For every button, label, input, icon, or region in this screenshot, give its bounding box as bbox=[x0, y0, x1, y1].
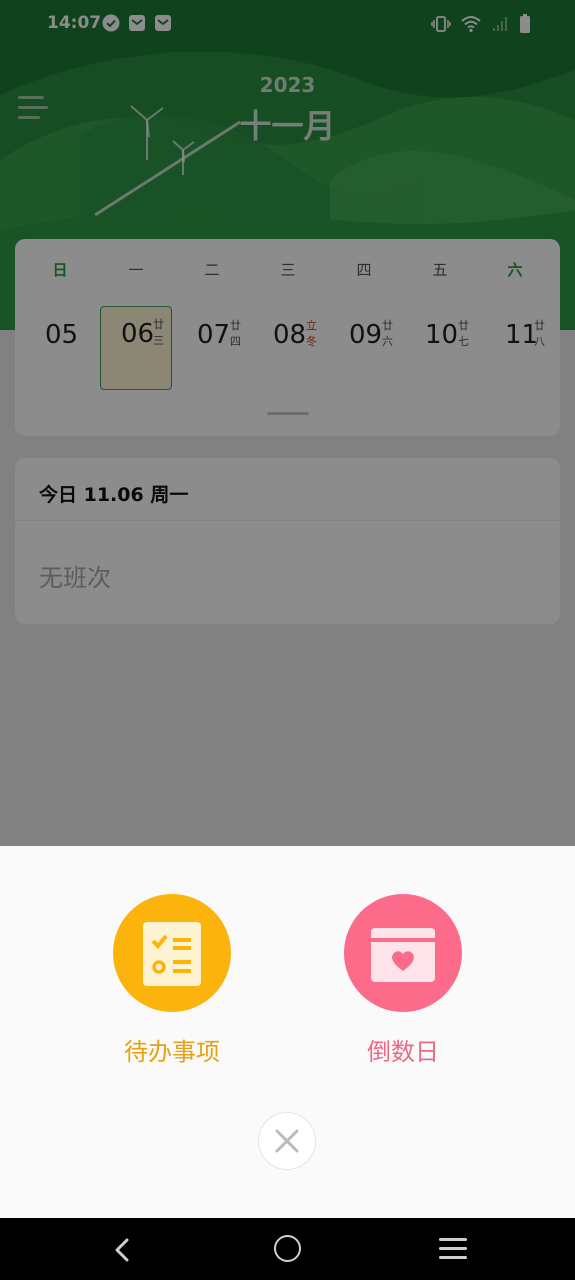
add-bottom-sheet: 待办事项 倒数日 bbox=[0, 846, 575, 1218]
system-nav-bar bbox=[0, 1218, 575, 1280]
close-button[interactable] bbox=[258, 1112, 316, 1170]
countdown-button[interactable]: 倒数日 bbox=[323, 894, 483, 1067]
todo-label: 待办事项 bbox=[124, 1038, 220, 1066]
todo-icon-circle bbox=[113, 894, 231, 1012]
back-icon bbox=[115, 1238, 129, 1262]
close-icon bbox=[275, 1129, 299, 1153]
checklist-icon bbox=[143, 922, 201, 986]
countdown-icon-circle bbox=[344, 894, 462, 1012]
countdown-label: 倒数日 bbox=[367, 1038, 439, 1066]
recent-apps-button[interactable] bbox=[439, 1238, 467, 1260]
todo-button[interactable]: 待办事项 bbox=[92, 894, 252, 1067]
heart-calendar-icon bbox=[371, 928, 435, 982]
home-button[interactable] bbox=[274, 1235, 301, 1262]
modal-backdrop[interactable] bbox=[0, 0, 575, 846]
back-button[interactable] bbox=[108, 1236, 136, 1268]
